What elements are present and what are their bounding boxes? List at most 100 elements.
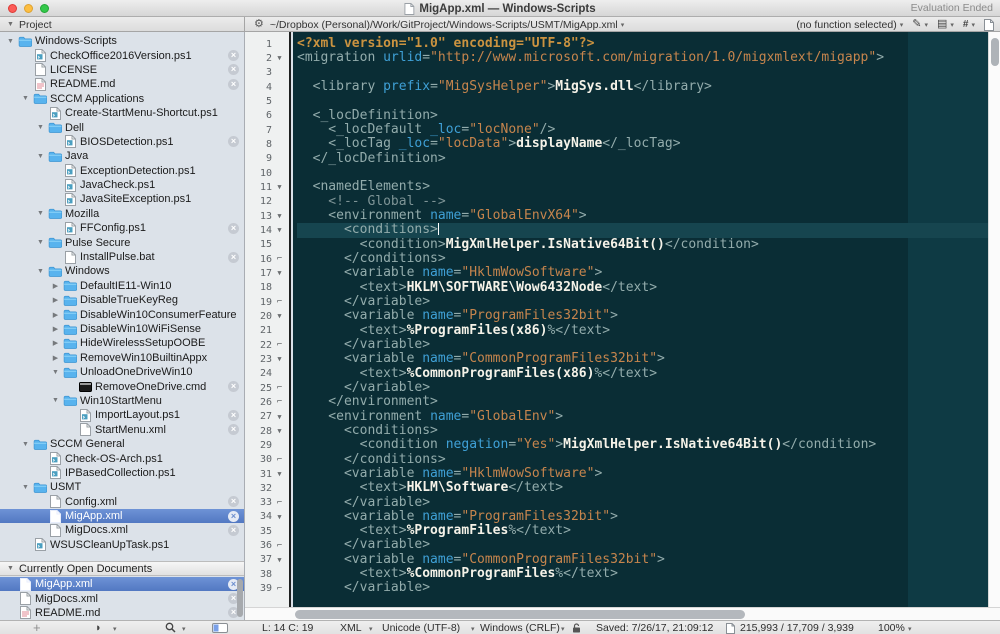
code-line[interactable]: <namedElements> (297, 180, 988, 194)
code-area[interactable]: <?xml version="1.0" encoding="UTF-8"?><m… (293, 32, 988, 607)
tree-item[interactable]: MigDocs.xml× (0, 523, 244, 537)
code-line[interactable]: <environment name="GlobalEnv"> (297, 410, 988, 424)
code-line[interactable]: <_locDefinition> (297, 109, 988, 123)
code-line[interactable]: <text>HKLM\Software</text> (297, 481, 988, 495)
fold-end-icon[interactable]: ⌐ (272, 384, 287, 392)
tree-item[interactable]: ▶HideWirelessSetupOOBE (0, 336, 244, 350)
chevron-down-icon[interactable]: ▾ (621, 21, 625, 29)
code-line[interactable]: <conditions> (297, 424, 988, 438)
code-line[interactable]: <library prefix="MigSysHelper">MigSys.dl… (297, 80, 988, 94)
disclosure-triangle[interactable]: ▶ (49, 282, 62, 290)
close-document-button[interactable]: × (228, 223, 239, 234)
fold-triangle-icon[interactable]: ▼ (272, 212, 287, 220)
zoom-level[interactable]: 100% (878, 622, 905, 634)
code-line[interactable]: </variable> (297, 338, 988, 352)
fold-triangle-icon[interactable]: ▼ (272, 470, 287, 478)
pencil-icon[interactable]: ✎ (912, 19, 921, 30)
horizontal-scrollbar-thumb[interactable] (295, 610, 745, 619)
close-document-button[interactable]: × (228, 511, 239, 522)
function-selector[interactable]: (no function selected) (796, 19, 896, 31)
code-line[interactable]: <text>%ProgramFiles(x86)%</text> (297, 324, 988, 338)
disclosure-triangle[interactable]: ▼ (34, 124, 47, 131)
disclosure-triangle[interactable]: ▶ (49, 354, 62, 362)
tree-item[interactable]: ▶DisableWin10WiFiSense (0, 322, 244, 336)
tree-item[interactable]: ▼Pulse Secure (0, 235, 244, 249)
code-line[interactable]: <conditions> (297, 223, 988, 237)
code-line[interactable]: </variable> (297, 538, 988, 552)
tree-item[interactable]: FFConfig.ps1× (0, 221, 244, 235)
line-endings-selector[interactable]: Windows (CRLF) (480, 622, 560, 634)
sidebar-scrollbar-thumb[interactable] (237, 579, 243, 617)
close-document-button[interactable]: × (228, 381, 239, 392)
documents-icon[interactable]: ▤ (937, 19, 947, 30)
code-line[interactable]: <variable name="HklmWowSoftware"> (297, 467, 988, 481)
tree-item[interactable]: IPBasedCollection.ps1 (0, 466, 244, 480)
open-documents-header[interactable]: ▼ Currently Open Documents (0, 561, 244, 576)
code-line[interactable]: <variable name="CommonProgramFiles32bit"… (297, 553, 988, 567)
code-line[interactable] (297, 94, 988, 108)
tree-item[interactable]: CheckOffice2016Version.ps1× (0, 48, 244, 62)
tree-item[interactable]: JavaSiteException.ps1 (0, 192, 244, 206)
chevron-down-icon[interactable]: ▾ (908, 625, 912, 633)
add-item-button[interactable]: + (33, 620, 41, 634)
code-line[interactable]: </environment> (297, 395, 988, 409)
close-document-button[interactable]: × (228, 136, 239, 147)
code-line[interactable]: <condition>MigXmlHelper.IsNative64Bit()<… (297, 238, 988, 252)
fold-end-icon[interactable]: ⌐ (272, 456, 287, 464)
code-line[interactable]: </_locDefinition> (297, 152, 988, 166)
tree-item[interactable]: Create-StartMenu-Shortcut.ps1 (0, 106, 244, 120)
tree-item[interactable]: MigApp.xml× (0, 577, 244, 591)
code-line[interactable]: <?xml version="1.0" encoding="UTF-8"?> (297, 37, 988, 51)
fold-triangle-icon[interactable]: ▼ (272, 54, 287, 62)
code-line[interactable]: <variable name="ProgramFiles32bit"> (297, 510, 988, 524)
code-line[interactable]: </conditions> (297, 453, 988, 467)
fold-end-icon[interactable]: ⌐ (272, 499, 287, 507)
disclosure-triangle[interactable]: ▶ (49, 339, 62, 347)
horizontal-scrollbar[interactable] (245, 607, 1000, 620)
disclosure-triangle[interactable]: ▶ (49, 311, 62, 319)
zoom-window-button[interactable] (40, 4, 49, 13)
disclosure-triangle[interactable]: ▶ (49, 296, 62, 304)
disclosure-triangle[interactable]: ▼ (34, 239, 47, 246)
tree-item[interactable]: StartMenu.xml× (0, 423, 244, 437)
disclosure-triangle[interactable]: ▼ (49, 369, 62, 376)
close-document-button[interactable]: × (228, 424, 239, 435)
chevron-down-icon[interactable]: ▾ (900, 21, 904, 29)
tree-item[interactable]: ▼SCCM General (0, 437, 244, 451)
code-line[interactable]: <text>HKLM\SOFTWARE\Wow6432Node</text> (297, 281, 988, 295)
fold-end-icon[interactable]: ⌐ (272, 585, 287, 593)
fold-end-icon[interactable]: ⌐ (272, 542, 287, 550)
tree-item[interactable]: ExceptionDetection.ps1 (0, 164, 244, 178)
disclosure-triangle[interactable]: ▼ (34, 210, 47, 217)
code-line[interactable]: <migration urlid="http://www.microsoft.c… (297, 51, 988, 65)
code-line[interactable]: <text>%CommonProgramFiles(x86)%</text> (297, 367, 988, 381)
project-header[interactable]: ▼ Project (0, 17, 245, 32)
tree-item[interactable]: ▶DisableTrueKeyReg (0, 293, 244, 307)
tree-item[interactable]: JavaCheck.ps1 (0, 178, 244, 192)
close-document-button[interactable]: × (228, 50, 239, 61)
code-line[interactable]: <text>%ProgramFiles%</text> (297, 524, 988, 538)
disclosure-triangle[interactable]: ▼ (4, 38, 17, 45)
lock-icon[interactable] (572, 623, 581, 633)
disclosure-triangle[interactable]: ▼ (7, 21, 14, 28)
tree-item[interactable]: MigApp.xml× (0, 509, 244, 523)
chevron-down-icon[interactable]: ▾ (369, 625, 373, 633)
chevron-down-icon[interactable]: ▾ (471, 625, 475, 633)
disclosure-triangle[interactable]: ▼ (19, 95, 32, 102)
chevron-down-icon[interactable]: ▾ (924, 21, 928, 29)
code-line[interactable] (297, 166, 988, 180)
disclosure-triangle[interactable]: ▼ (19, 484, 32, 491)
disclosure-triangle[interactable]: ▼ (19, 441, 32, 448)
search-icon[interactable] (165, 622, 176, 633)
code-line[interactable]: <condition negation="Yes">MigXmlHelper.I… (297, 438, 988, 452)
close-document-button[interactable]: × (228, 410, 239, 421)
fold-end-icon[interactable]: ⌐ (272, 341, 287, 349)
tree-item[interactable]: ▶RemoveWin10BuiltinAppx (0, 351, 244, 365)
sidebar-toggle-icon[interactable] (212, 623, 228, 633)
encoding-selector[interactable]: Unicode (UTF-8) (382, 622, 460, 634)
tree-item[interactable]: ▼UnloadOneDriveWin10 (0, 365, 244, 379)
tree-item[interactable]: ▶DisableWin10ConsumerFeature (0, 307, 244, 321)
tree-item[interactable]: ▼Mozilla (0, 207, 244, 221)
fold-end-icon[interactable]: ⌐ (272, 398, 287, 406)
chevron-down-icon[interactable]: ▾ (113, 625, 117, 633)
